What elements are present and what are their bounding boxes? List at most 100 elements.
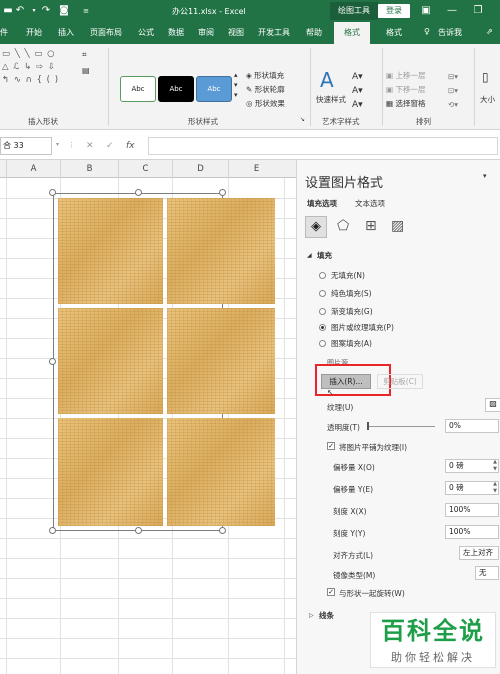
shape-effects-button[interactable]: ◎ 形状效果	[246, 98, 285, 109]
fill-section-header[interactable]: 填充	[317, 250, 332, 261]
radio-solid-fill[interactable]	[319, 290, 326, 297]
resize-handle-top-right[interactable]	[219, 189, 226, 196]
shape-fill-button[interactable]: ◈ 形状填充	[246, 70, 284, 81]
cancel-icon[interactable]: ✕	[86, 141, 94, 151]
tell-me-search[interactable]: 告诉我	[438, 27, 462, 38]
offset-x-spinner[interactable]: ▲ ▼	[491, 459, 499, 473]
shape-style-blue[interactable]: Abc	[196, 76, 232, 102]
effects-pentagon-icon[interactable]: ⬠	[337, 218, 349, 234]
enter-icon[interactable]: ✓	[106, 141, 114, 151]
solid-fill-label: 纯色填充(S)	[331, 289, 372, 298]
tab-view[interactable]: 视图	[228, 27, 244, 38]
undo-icon[interactable]: ↶	[14, 5, 26, 17]
login-button[interactable]: 登录	[378, 4, 410, 18]
resize-handle-bottom-right[interactable]	[219, 527, 226, 534]
picture-icon[interactable]: ▨	[391, 218, 404, 234]
tab-text-options[interactable]: 文本选项	[355, 198, 385, 209]
watermark-subtitle: 助你轻松解决	[391, 651, 475, 664]
texture-tile	[167, 308, 275, 414]
tab-review[interactable]: 审阅	[198, 27, 214, 38]
column-gridline	[284, 178, 285, 674]
undo-dropdown-icon[interactable]: ▾	[28, 5, 40, 17]
offset-y-spinner[interactable]: ▲ ▼	[491, 481, 499, 495]
no-fill-label: 无填充(N)	[331, 271, 365, 280]
insert-picture-button[interactable]: 插入(R)...	[321, 374, 371, 389]
selection-pane-button[interactable]: ▦ 选择窗格	[386, 98, 425, 109]
transparency-slider-thumb[interactable]	[367, 422, 369, 430]
resize-handle-left[interactable]	[49, 358, 56, 365]
resize-handle-bottom-left[interactable]	[49, 527, 56, 534]
text-fill-outline-effects-icons[interactable]: A▾ A▾ A▾	[352, 70, 363, 112]
tab-insert[interactable]: 插入	[58, 27, 74, 38]
ribbon-display-options-icon[interactable]: ▣	[420, 5, 432, 17]
pencil-icon: ✎	[246, 85, 255, 94]
tab-format-drawing[interactable]: 格式	[334, 22, 370, 44]
restore-icon[interactable]: ❐	[472, 5, 484, 17]
texture-picker-icon[interactable]: ▨	[485, 398, 500, 412]
tile-checkbox[interactable]: ✓	[327, 442, 335, 450]
tab-data[interactable]: 数据	[168, 27, 184, 38]
edit-shape-icon[interactable]: ⌗	[82, 50, 87, 60]
worksheet-grid[interactable]: A B C D E	[0, 160, 296, 674]
tab-fill-line-effects[interactable]: 填充选项	[307, 198, 337, 209]
tab-formulas[interactable]: 公式	[138, 27, 154, 38]
dialog-launcher-icon[interactable]: ↘	[300, 116, 305, 123]
gallery-scroll-icon[interactable]: ▴ ▾ ▾	[234, 70, 238, 100]
column-header-c[interactable]: C	[118, 160, 172, 178]
radio-pattern-fill[interactable]	[319, 340, 326, 347]
size-button[interactable]: 大小	[480, 94, 495, 105]
shape-outline-button[interactable]: ✎ 形状轮廓	[246, 84, 285, 95]
tab-page-layout[interactable]: 页面布局	[90, 27, 122, 38]
pane-options-icon[interactable]: ▾	[483, 172, 487, 180]
tab-developer[interactable]: 开发工具	[258, 27, 290, 38]
bring-forward-button[interactable]: ▣ 上移一层	[386, 70, 425, 81]
share-icon[interactable]: ⇗	[486, 27, 493, 36]
size-properties-icon[interactable]: ⊞	[365, 218, 377, 234]
save-icon[interactable]: ▬	[2, 5, 14, 17]
formula-input[interactable]	[148, 137, 498, 155]
camera-icon[interactable]: ◙	[58, 5, 70, 17]
shape-style-white[interactable]: Abc	[120, 76, 156, 102]
mirror-type-select[interactable]: 无	[475, 566, 499, 580]
collapse-fill-icon[interactable]: ◢	[307, 252, 312, 259]
column-header-a[interactable]: A	[6, 160, 60, 178]
shape-style-black[interactable]: Abc	[158, 76, 194, 102]
fill-line-icon[interactable]: ◈	[305, 216, 327, 238]
tab-home[interactable]: 开始	[26, 27, 42, 38]
resize-handle-top-left[interactable]	[49, 189, 56, 196]
column-header-d[interactable]: D	[172, 160, 228, 178]
radio-gradient-fill[interactable]	[319, 308, 326, 315]
size-icon[interactable]: ▯	[482, 70, 489, 84]
scale-y-input[interactable]: 100%	[445, 525, 499, 539]
tab-file[interactable]: 件	[0, 27, 8, 38]
resize-handle-bottom[interactable]	[135, 527, 142, 534]
radio-no-fill[interactable]	[319, 272, 326, 279]
transparency-input[interactable]: 0%	[445, 419, 499, 433]
redo-icon[interactable]: ↷	[40, 5, 52, 17]
line-section-header[interactable]: 线条	[319, 610, 334, 621]
customize-quick-access-icon[interactable]: ≡	[80, 5, 92, 17]
rotate-with-shape-checkbox[interactable]: ✓	[327, 588, 335, 596]
textured-picture-object[interactable]	[53, 193, 275, 531]
clipboard-button[interactable]: 剪贴板(C)	[377, 374, 423, 389]
text-box-icon[interactable]: ▤	[82, 66, 90, 75]
shapes-gallery[interactable]: ▭ ╲ ╲ ▭ ○ △ ℒ ↳ ⇨ ⇩ ↰ ∿ ∩ { ( )	[2, 48, 80, 108]
column-header-b[interactable]: B	[60, 160, 118, 178]
insert-function-icon[interactable]: fx	[126, 141, 135, 151]
send-backward-button[interactable]: ▣ 下移一层	[386, 84, 425, 95]
name-box[interactable]: 合 33	[0, 137, 52, 155]
resize-handle-top[interactable]	[135, 189, 142, 196]
tab-help[interactable]: 帮助	[306, 27, 322, 38]
column-header-e[interactable]: E	[228, 160, 284, 178]
expand-line-icon[interactable]: ▷	[309, 612, 314, 619]
window-title: 办公11.xlsx - Excel	[172, 7, 246, 16]
name-box-dropdown-icon[interactable]: ▾	[56, 141, 59, 148]
tab-format-picture[interactable]: 格式	[386, 27, 402, 38]
align-group-rotate-icons[interactable]: ⊟▾ ⊡▾ ⟲▾	[448, 70, 458, 112]
minimize-icon[interactable]: —	[446, 5, 458, 17]
scale-x-input[interactable]: 100%	[445, 503, 499, 517]
transparency-slider[interactable]	[369, 426, 435, 427]
quick-styles-button[interactable]: 快速样式	[316, 94, 346, 105]
radio-picture-texture-fill[interactable]	[319, 324, 326, 331]
alignment-select[interactable]: 左上对齐	[459, 546, 499, 560]
